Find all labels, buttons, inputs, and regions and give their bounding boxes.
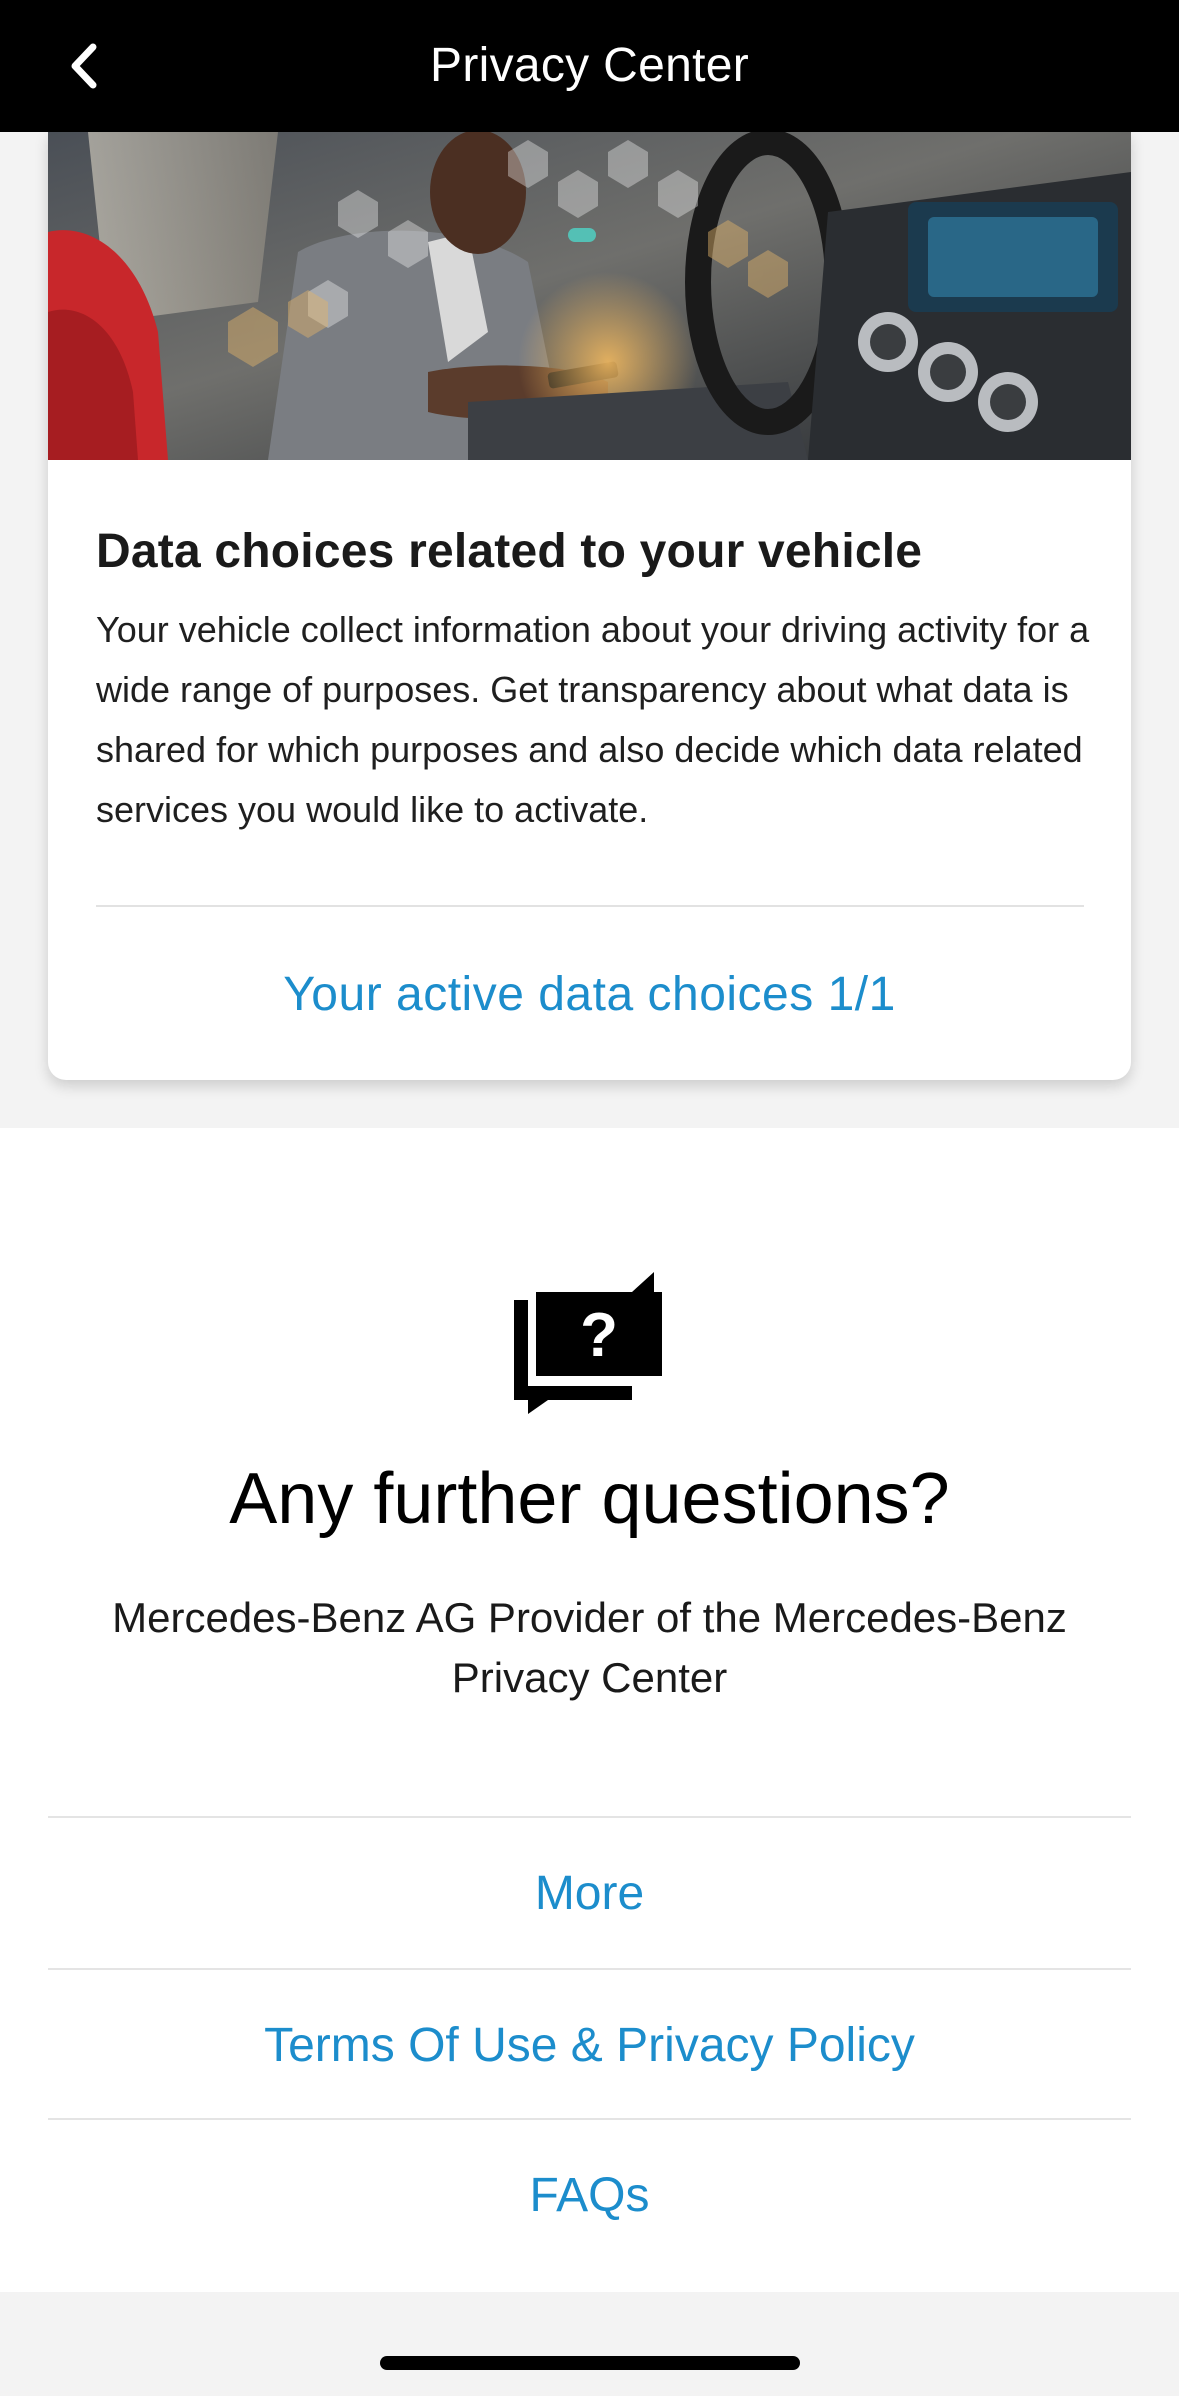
vehicle-interior-illustration xyxy=(48,132,1131,460)
nav-bar: Privacy Center xyxy=(0,0,1179,132)
hero-image xyxy=(48,132,1131,460)
questions-heading: Any further questions? xyxy=(229,1459,950,1539)
card-title: Data choices related to your vehicle xyxy=(96,525,923,578)
faqs-link[interactable]: FAQs xyxy=(48,2120,1131,2270)
question-chat-icon: ? xyxy=(514,1272,662,1414)
more-link[interactable]: More xyxy=(48,1818,1131,1968)
page-title: Privacy Center xyxy=(430,39,749,92)
provider-text: Mercedes-Benz AG Provider of the Mercede… xyxy=(112,1594,1067,1701)
active-data-choices-link[interactable]: Your active data choices 1/1 xyxy=(48,908,1131,1080)
data-choices-card: Data choices related to your vehicle You… xyxy=(48,132,1131,1080)
home-indicator[interactable] xyxy=(380,2356,800,2370)
further-questions-section: ? Any further questions? Mercedes-Benz A… xyxy=(0,1128,1179,2292)
card-divider xyxy=(96,905,1084,907)
svg-text:?: ? xyxy=(580,1301,618,1370)
terms-privacy-link[interactable]: Terms Of Use & Privacy Policy xyxy=(48,1970,1131,2120)
card-description: Your vehicle collect information about y… xyxy=(96,609,1090,830)
